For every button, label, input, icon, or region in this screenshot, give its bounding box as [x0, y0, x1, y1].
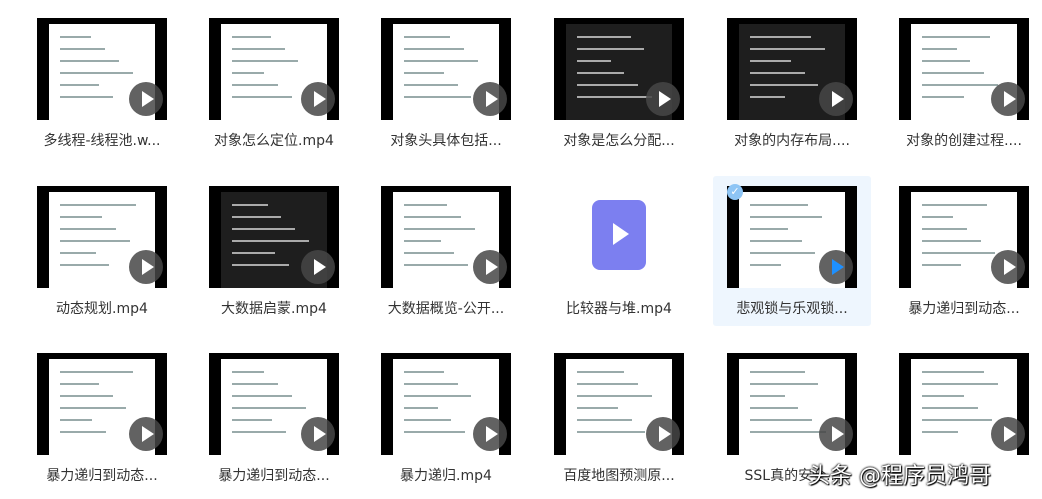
- play-icon[interactable]: [991, 250, 1025, 284]
- file-name: 百度地图预测原...: [563, 468, 675, 484]
- file-name: 对象是怎么分配...: [563, 133, 675, 149]
- video-thumbnail: [209, 18, 339, 120]
- file-name: 对象的内存布局....: [734, 133, 850, 149]
- play-icon[interactable]: [819, 417, 853, 451]
- file-item[interactable]: 多线程-线程池.w...: [23, 8, 181, 158]
- file-item[interactable]: 对象是怎么分配...: [540, 8, 698, 158]
- file-name: 大数据启蒙.mp4: [221, 301, 327, 317]
- file-item[interactable]: 动态规划.mp4: [23, 176, 181, 326]
- file-item[interactable]: 百度地图预测原...: [540, 343, 698, 493]
- file-item[interactable]: 大数据概览-公开...: [367, 176, 525, 326]
- play-icon[interactable]: [473, 250, 507, 284]
- video-thumbnail: [727, 18, 857, 120]
- play-icon[interactable]: [646, 82, 680, 116]
- video-thumbnail: [554, 18, 684, 120]
- video-thumbnail: [209, 186, 339, 288]
- file-item[interactable]: 比较器与堆.mp4: [540, 176, 698, 326]
- file-name: 动态规划.mp4: [56, 301, 148, 317]
- video-thumbnail: [37, 353, 167, 455]
- play-icon[interactable]: [129, 417, 163, 451]
- play-icon[interactable]: [991, 417, 1025, 451]
- file-name: 暴力递归到动态...: [908, 301, 1020, 317]
- video-thumbnail: [209, 353, 339, 455]
- play-icon[interactable]: [473, 82, 507, 116]
- file-name: 对象怎么定位.mp4: [214, 133, 334, 149]
- video-thumbnail: [37, 18, 167, 120]
- play-icon[interactable]: [129, 82, 163, 116]
- file-item[interactable]: 暴力递归到动态...: [885, 176, 1042, 326]
- play-icon[interactable]: [129, 250, 163, 284]
- play-icon[interactable]: [819, 250, 853, 284]
- play-icon[interactable]: [473, 417, 507, 451]
- play-icon[interactable]: [301, 82, 335, 116]
- file-name: 暴力递归到动态...: [46, 468, 158, 484]
- file-name: 暴力递归到动态...: [218, 468, 330, 484]
- file-item[interactable]: 对象怎么定位.mp4: [195, 8, 353, 158]
- play-icon[interactable]: [301, 250, 335, 284]
- video-thumbnail: [381, 186, 511, 288]
- file-grid: 多线程-线程池.w... 对象怎么定位.mp4 对象头具体包括... 对象是怎么分配.…: [0, 0, 1042, 499]
- file-item[interactable]: 对象的内存布局....: [713, 8, 871, 158]
- watermark: 头条 @程序员鸿哥: [808, 464, 991, 489]
- file-item[interactable]: ✓ 悲观锁与乐观锁...: [713, 176, 871, 326]
- file-name: 对象头具体包括...: [390, 133, 502, 149]
- video-thumbnail: [899, 186, 1029, 288]
- video-file-icon: [592, 200, 646, 270]
- video-thumbnail: [554, 353, 684, 455]
- file-name: 暴力递归.mp4: [400, 468, 492, 484]
- video-thumbnail: [727, 186, 857, 288]
- file-item[interactable]: 对象的创建过程....: [885, 8, 1042, 158]
- play-icon[interactable]: [991, 82, 1025, 116]
- file-name: 悲观锁与乐观锁...: [736, 301, 848, 317]
- play-icon[interactable]: [819, 82, 853, 116]
- video-thumbnail: [381, 353, 511, 455]
- file-name: 比较器与堆.mp4: [566, 301, 672, 317]
- file-item[interactable]: 暴力递归到动态...: [23, 343, 181, 493]
- file-name: 多线程-线程池.w...: [43, 133, 161, 149]
- video-thumbnail: [37, 186, 167, 288]
- file-item[interactable]: 暴力递归.mp4: [367, 343, 525, 493]
- file-item[interactable]: 对象头具体包括...: [367, 8, 525, 158]
- video-thumbnail: [899, 353, 1029, 455]
- file-item[interactable]: 暴力递归到动态...: [195, 343, 353, 493]
- file-name: 大数据概览-公开...: [387, 301, 505, 317]
- video-thumbnail: [899, 18, 1029, 120]
- video-thumbnail: [381, 18, 511, 120]
- file-item[interactable]: 大数据启蒙.mp4: [195, 176, 353, 326]
- selected-check-icon[interactable]: ✓: [727, 184, 743, 200]
- file-name: 对象的创建过程....: [906, 133, 1022, 149]
- play-icon[interactable]: [301, 417, 335, 451]
- play-icon[interactable]: [646, 417, 680, 451]
- video-thumbnail: [727, 353, 857, 455]
